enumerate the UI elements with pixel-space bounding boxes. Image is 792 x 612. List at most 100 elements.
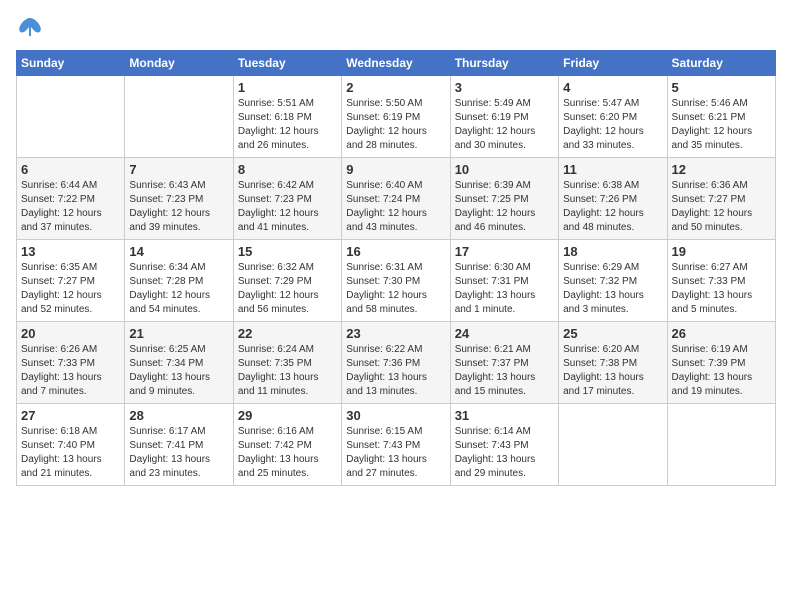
logo: [16, 16, 48, 38]
day-info: Sunrise: 6:29 AM Sunset: 7:32 PM Dayligh…: [563, 261, 662, 317]
day-number: 17: [455, 244, 554, 259]
day-info: Sunrise: 6:31 AM Sunset: 7:30 PM Dayligh…: [346, 261, 445, 317]
weekday-header: Saturday: [667, 51, 775, 76]
day-number: 25: [563, 326, 662, 341]
day-info: Sunrise: 6:17 AM Sunset: 7:41 PM Dayligh…: [129, 425, 228, 481]
calendar-cell: 17 Sunrise: 6:30 AM Sunset: 7:31 PM Dayli…: [450, 240, 558, 322]
day-info: Sunrise: 6:35 AM Sunset: 7:27 PM Dayligh…: [21, 261, 120, 317]
day-info: Sunrise: 6:43 AM Sunset: 7:23 PM Dayligh…: [129, 179, 228, 235]
calendar-week-row: 13 Sunrise: 6:35 AM Sunset: 7:27 PM Dayli…: [17, 240, 776, 322]
day-number: 5: [672, 80, 771, 95]
day-number: 31: [455, 408, 554, 423]
calendar-cell: 8 Sunrise: 6:42 AM Sunset: 7:23 PM Daylig…: [233, 158, 341, 240]
calendar-cell: [125, 76, 233, 158]
day-number: 19: [672, 244, 771, 259]
day-info: Sunrise: 5:51 AM Sunset: 6:18 PM Dayligh…: [238, 97, 337, 153]
day-number: 10: [455, 162, 554, 177]
day-number: 13: [21, 244, 120, 259]
calendar-cell: 5 Sunrise: 5:46 AM Sunset: 6:21 PM Daylig…: [667, 76, 775, 158]
day-info: Sunrise: 6:14 AM Sunset: 7:43 PM Dayligh…: [455, 425, 554, 481]
day-number: 30: [346, 408, 445, 423]
calendar-cell: 9 Sunrise: 6:40 AM Sunset: 7:24 PM Daylig…: [342, 158, 450, 240]
calendar-cell: 22Sunrise: 6:24 AM Sunset: 7:35 PM Dayli…: [233, 322, 341, 404]
calendar-cell: 14 Sunrise: 6:34 AM Sunset: 7:28 PM Dayli…: [125, 240, 233, 322]
weekday-header: Tuesday: [233, 51, 341, 76]
calendar-cell: 13 Sunrise: 6:35 AM Sunset: 7:27 PM Dayli…: [17, 240, 125, 322]
day-info: Sunrise: 5:49 AM Sunset: 6:19 PM Dayligh…: [455, 97, 554, 153]
calendar-cell: 7 Sunrise: 6:43 AM Sunset: 7:23 PM Daylig…: [125, 158, 233, 240]
day-number: 6: [21, 162, 120, 177]
calendar-week-row: 27 Sunrise: 6:18 AM Sunset: 7:40 PM Dayli…: [17, 404, 776, 486]
day-info: Sunrise: 6:25 AM Sunset: 7:34 PM Dayligh…: [129, 343, 228, 399]
day-info: Sunrise: 6:32 AM Sunset: 7:29 PM Dayligh…: [238, 261, 337, 317]
weekday-header: Monday: [125, 51, 233, 76]
day-info: Sunrise: 5:50 AM Sunset: 6:19 PM Dayligh…: [346, 97, 445, 153]
day-number: 7: [129, 162, 228, 177]
calendar-cell: 25 Sunrise: 6:20 AM Sunset: 7:38 PM Dayli…: [559, 322, 667, 404]
calendar-header-row: SundayMondayTuesdayWednesdayThursdayFrid…: [17, 51, 776, 76]
calendar-cell: 28 Sunrise: 6:17 AM Sunset: 7:41 PM Dayli…: [125, 404, 233, 486]
day-number: 27: [21, 408, 120, 423]
calendar-cell: 15 Sunrise: 6:32 AM Sunset: 7:29 PM Dayli…: [233, 240, 341, 322]
day-number: 15: [238, 244, 337, 259]
calendar-cell: 2 Sunrise: 5:50 AM Sunset: 6:19 PM Daylig…: [342, 76, 450, 158]
calendar-week-row: 1 Sunrise: 5:51 AM Sunset: 6:18 PM Daylig…: [17, 76, 776, 158]
day-number: 4: [563, 80, 662, 95]
day-number: 21: [129, 326, 228, 341]
day-number: 3: [455, 80, 554, 95]
calendar-cell: 16 Sunrise: 6:31 AM Sunset: 7:30 PM Dayli…: [342, 240, 450, 322]
calendar-cell: 20Sunrise: 6:26 AM Sunset: 7:33 PM Dayli…: [17, 322, 125, 404]
day-number: 1: [238, 80, 337, 95]
day-info: Sunrise: 6:27 AM Sunset: 7:33 PM Dayligh…: [672, 261, 771, 317]
calendar-cell: 26 Sunrise: 6:19 AM Sunset: 7:39 PM Dayli…: [667, 322, 775, 404]
calendar-cell: 4 Sunrise: 5:47 AM Sunset: 6:20 PM Daylig…: [559, 76, 667, 158]
weekday-header: Thursday: [450, 51, 558, 76]
day-info: Sunrise: 6:22 AM Sunset: 7:36 PM Dayligh…: [346, 343, 445, 399]
day-info: Sunrise: 6:21 AM Sunset: 7:37 PM Dayligh…: [455, 343, 554, 399]
calendar-cell: 21 Sunrise: 6:25 AM Sunset: 7:34 PM Dayli…: [125, 322, 233, 404]
day-info: Sunrise: 6:36 AM Sunset: 7:27 PM Dayligh…: [672, 179, 771, 235]
day-number: 18: [563, 244, 662, 259]
day-info: Sunrise: 6:44 AM Sunset: 7:22 PM Dayligh…: [21, 179, 120, 235]
calendar-cell: [559, 404, 667, 486]
day-info: Sunrise: 5:46 AM Sunset: 6:21 PM Dayligh…: [672, 97, 771, 153]
calendar-cell: 31 Sunrise: 6:14 AM Sunset: 7:43 PM Dayli…: [450, 404, 558, 486]
day-info: Sunrise: 6:18 AM Sunset: 7:40 PM Dayligh…: [21, 425, 120, 481]
day-info: Sunrise: 5:47 AM Sunset: 6:20 PM Dayligh…: [563, 97, 662, 153]
calendar-week-row: 6 Sunrise: 6:44 AM Sunset: 7:22 PM Daylig…: [17, 158, 776, 240]
calendar-cell: [667, 404, 775, 486]
day-number: 22: [238, 326, 337, 341]
day-info: Sunrise: 6:15 AM Sunset: 7:43 PM Dayligh…: [346, 425, 445, 481]
day-number: 23: [346, 326, 445, 341]
calendar-cell: 11Sunrise: 6:38 AM Sunset: 7:26 PM Dayli…: [559, 158, 667, 240]
calendar-cell: 6 Sunrise: 6:44 AM Sunset: 7:22 PM Daylig…: [17, 158, 125, 240]
calendar-week-row: 20Sunrise: 6:26 AM Sunset: 7:33 PM Dayli…: [17, 322, 776, 404]
calendar-cell: 19 Sunrise: 6:27 AM Sunset: 7:33 PM Dayli…: [667, 240, 775, 322]
day-number: 9: [346, 162, 445, 177]
calendar-cell: 18 Sunrise: 6:29 AM Sunset: 7:32 PM Dayli…: [559, 240, 667, 322]
calendar-cell: 29 Sunrise: 6:16 AM Sunset: 7:42 PM Dayli…: [233, 404, 341, 486]
calendar-cell: 1 Sunrise: 5:51 AM Sunset: 6:18 PM Daylig…: [233, 76, 341, 158]
day-info: Sunrise: 6:34 AM Sunset: 7:28 PM Dayligh…: [129, 261, 228, 317]
day-number: 29: [238, 408, 337, 423]
calendar-cell: [17, 76, 125, 158]
calendar-cell: 12Sunrise: 6:36 AM Sunset: 7:27 PM Dayli…: [667, 158, 775, 240]
day-info: Sunrise: 6:38 AM Sunset: 7:26 PM Dayligh…: [563, 179, 662, 235]
calendar-cell: 23 Sunrise: 6:22 AM Sunset: 7:36 PM Dayli…: [342, 322, 450, 404]
day-number: 16: [346, 244, 445, 259]
calendar-cell: 27 Sunrise: 6:18 AM Sunset: 7:40 PM Dayli…: [17, 404, 125, 486]
day-info: Sunrise: 6:42 AM Sunset: 7:23 PM Dayligh…: [238, 179, 337, 235]
day-info: Sunrise: 6:40 AM Sunset: 7:24 PM Dayligh…: [346, 179, 445, 235]
day-info: Sunrise: 6:19 AM Sunset: 7:39 PM Dayligh…: [672, 343, 771, 399]
page-header: [16, 16, 776, 38]
day-info: Sunrise: 6:20 AM Sunset: 7:38 PM Dayligh…: [563, 343, 662, 399]
day-number: 26: [672, 326, 771, 341]
day-info: Sunrise: 6:26 AM Sunset: 7:33 PM Dayligh…: [21, 343, 120, 399]
day-info: Sunrise: 6:30 AM Sunset: 7:31 PM Dayligh…: [455, 261, 554, 317]
calendar-cell: 30 Sunrise: 6:15 AM Sunset: 7:43 PM Dayli…: [342, 404, 450, 486]
day-info: Sunrise: 6:16 AM Sunset: 7:42 PM Dayligh…: [238, 425, 337, 481]
day-number: 2: [346, 80, 445, 95]
day-number: 14: [129, 244, 228, 259]
day-number: 8: [238, 162, 337, 177]
day-number: 28: [129, 408, 228, 423]
